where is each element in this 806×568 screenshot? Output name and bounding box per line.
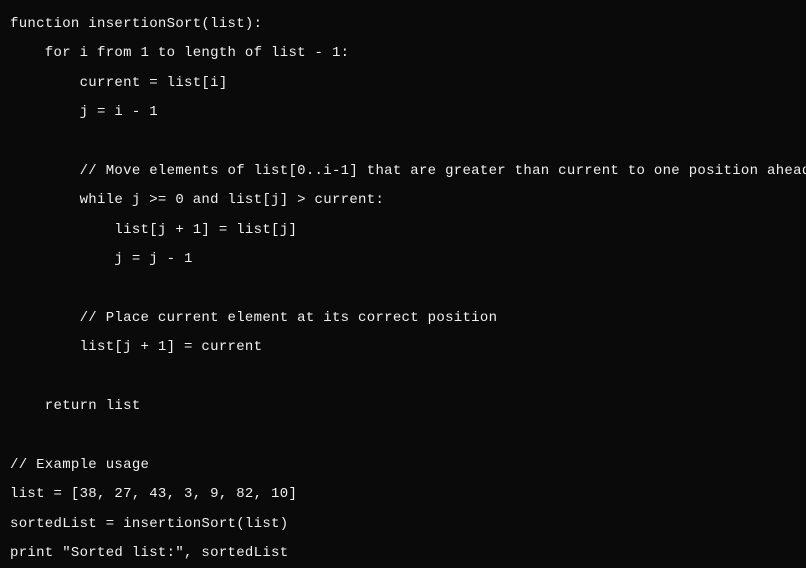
code-line: j = j - 1 <box>10 251 193 267</box>
code-line: list[j + 1] = current <box>10 339 262 355</box>
code-line: list = [38, 27, 43, 3, 9, 82, 10] <box>10 486 297 502</box>
code-line: sortedList = insertionSort(list) <box>10 516 288 532</box>
code-line: function insertionSort(list): <box>10 16 262 32</box>
code-line: // Move elements of list[0..i-1] that ar… <box>10 163 806 179</box>
code-line: while j >= 0 and list[j] > current: <box>10 192 384 208</box>
code-line: for i from 1 to length of list - 1: <box>10 45 349 61</box>
code-line: current = list[i] <box>10 75 228 91</box>
code-line: return list <box>10 398 141 414</box>
code-line: // Example usage <box>10 457 149 473</box>
code-line: j = i - 1 <box>10 104 158 120</box>
code-line: print "Sorted list:", sortedList <box>10 545 288 561</box>
code-block: function insertionSort(list): for i from… <box>10 10 796 568</box>
code-line: // Place current element at its correct … <box>10 310 497 326</box>
code-line: list[j + 1] = list[j] <box>10 222 297 238</box>
